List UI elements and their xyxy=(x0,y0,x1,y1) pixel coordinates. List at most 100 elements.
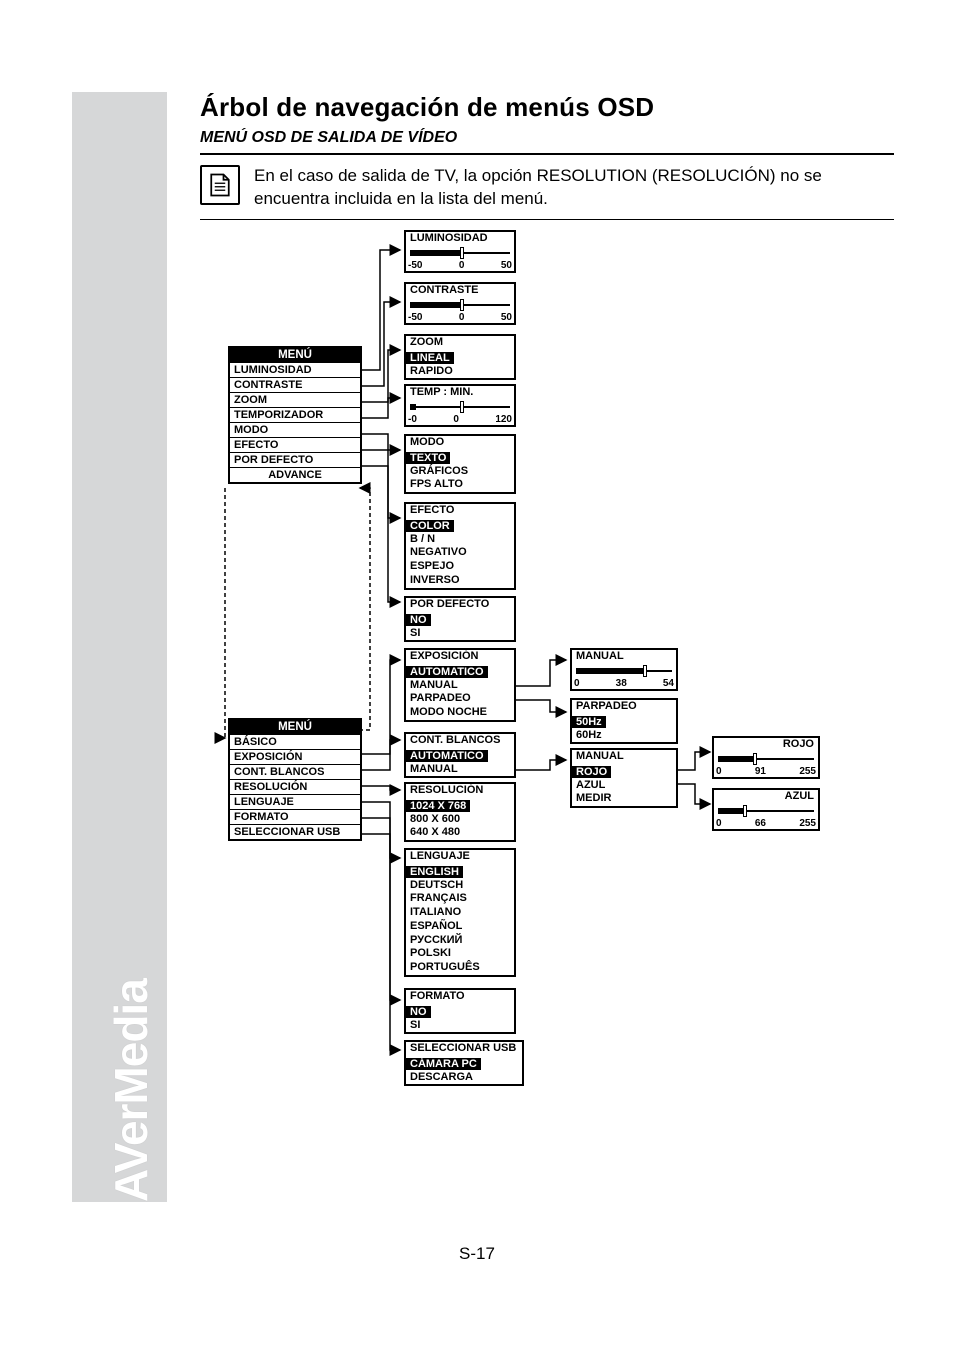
panel-azul: AZUL 066255 xyxy=(712,788,820,831)
menu-item: EXPOSICIÓN xyxy=(230,749,360,764)
option-selected: NO xyxy=(406,1006,431,1018)
panel-formato: FORMATO NO SI xyxy=(404,988,516,1035)
option: ESPAÑOL xyxy=(406,920,514,934)
option: PORTUGUÊS xyxy=(406,961,514,975)
option: NEGATIVO xyxy=(406,546,514,560)
panel-efecto: EFECTO COLOR B / N NEGATIVO ESPEJO INVER… xyxy=(404,502,516,590)
panel-defecto: POR DEFECTO NO SI xyxy=(404,596,516,643)
page-title: Árbol de navegación de menús OSD xyxy=(200,92,894,123)
menu-advance: MENÚ BÁSICO EXPOSICIÓN CONT. BLANCOS RES… xyxy=(228,718,362,841)
panel-header: ROJO xyxy=(714,738,818,752)
note-icon xyxy=(200,165,240,205)
menu-item: SELECCIONAR USB xyxy=(230,824,360,839)
tick: 255 xyxy=(799,818,816,829)
tick: 255 xyxy=(799,766,816,777)
option: FPS ALTO xyxy=(406,478,514,492)
tick: 54 xyxy=(663,678,674,689)
panel-exposicion: EXPOSICIÓN AUTOMATICO MANUAL PARPADEO MO… xyxy=(404,648,516,722)
option-selected: ENGLISH xyxy=(406,866,463,878)
panel-contraste: CONTRASTE -50050 xyxy=(404,282,516,325)
option: FRANÇAIS xyxy=(406,892,514,906)
slider xyxy=(718,806,814,818)
panel-header: FORMATO xyxy=(406,990,514,1004)
option-selected: AUTOMATICO xyxy=(406,750,488,762)
panel-header: EFECTO xyxy=(406,504,514,518)
option: 800 X 600 xyxy=(406,813,514,827)
panel-modo: MODO TEXTO GRÁFICOS FPS ALTO xyxy=(404,434,516,494)
menu-item: ZOOM xyxy=(230,392,360,407)
panel-usb: SELECCIONAR USB CÁMARA PC DESCARGA xyxy=(404,1040,524,1087)
tick: 50 xyxy=(501,260,512,271)
option: SI xyxy=(406,1019,514,1033)
tick: 91 xyxy=(755,766,766,777)
option-selected: TEXTO xyxy=(406,452,450,464)
tick: -50 xyxy=(408,312,422,323)
page-subtitle: MENÚ OSD DE SALIDA DE VÍDEO xyxy=(200,129,894,147)
menu-tree-diagram: MENÚ LUMINOSIDAD CONTRASTE ZOOM TEMPORIZ… xyxy=(200,230,900,1130)
panel-lenguaje: LENGUAJE ENGLISH DEUTSCH FRANÇAIS ITALIA… xyxy=(404,848,516,977)
option-selected: 1024 X 768 xyxy=(406,800,470,812)
panel-header: RESOLUCIÓN xyxy=(406,784,514,798)
menu-header: MENÚ xyxy=(230,720,360,734)
option-selected: 50Hz xyxy=(572,716,606,728)
menu-item: FORMATO xyxy=(230,809,360,824)
panel-parpadeo: PARPADEO 50Hz 60Hz xyxy=(570,698,678,745)
panel-expo-manual: MANUAL 0 38 54 xyxy=(570,648,678,691)
tick: 0 xyxy=(574,678,580,689)
tick: 38 xyxy=(616,678,627,689)
panel-header: CONT. BLANCOS xyxy=(406,734,514,748)
option: GRÁFICOS xyxy=(406,465,514,479)
panel-header: PARPADEO xyxy=(572,700,676,714)
panel-temp: TEMP : MIN. -00120 xyxy=(404,384,516,427)
option: ITALIANO xyxy=(406,906,514,920)
panel-resolucion: RESOLUCIÓN 1024 X 768 800 X 600 640 X 48… xyxy=(404,782,516,842)
panel-header: CONTRASTE xyxy=(406,284,514,298)
tick: 0 xyxy=(716,766,722,777)
document-icon xyxy=(206,171,234,199)
option: 640 X 480 xyxy=(406,826,514,840)
menu-item: LUMINOSIDAD xyxy=(230,362,360,377)
page: AVerMedia Árbol de navegación de menús O… xyxy=(0,0,954,1352)
option-selected: AUTOMATICO xyxy=(406,666,488,678)
option: РУССКИЙ xyxy=(406,934,514,948)
panel-header: MANUAL xyxy=(572,650,676,664)
divider xyxy=(200,153,894,155)
slider xyxy=(410,248,510,260)
menu-item: POR DEFECTO xyxy=(230,452,360,467)
option: MANUAL xyxy=(406,763,514,777)
option: RAPIDO xyxy=(406,365,514,379)
menu-item: LENGUAJE xyxy=(230,794,360,809)
tick: -0 xyxy=(408,414,417,425)
page-content: Árbol de navegación de menús OSD MENÚ OS… xyxy=(200,92,894,1130)
tick: 0 xyxy=(453,414,459,425)
tick: -50 xyxy=(408,260,422,271)
option: DESCARGA xyxy=(406,1071,522,1085)
tick: 0 xyxy=(716,818,722,829)
option: MEDIR xyxy=(572,792,676,806)
slider xyxy=(718,754,814,766)
panel-blancos-manual: MANUAL ROJO AZUL MEDIR xyxy=(570,748,678,808)
panel-zoom: ZOOM LINEAL RAPIDO xyxy=(404,334,516,381)
option-selected: CÁMARA PC xyxy=(406,1058,481,1070)
option: MODO NOCHE xyxy=(406,706,514,720)
menu-item: BÁSICO xyxy=(230,734,360,749)
menu-basic: MENÚ LUMINOSIDAD CONTRASTE ZOOM TEMPORIZ… xyxy=(228,346,362,484)
panel-header: TEMP : MIN. xyxy=(406,386,514,400)
option: B / N xyxy=(406,533,514,547)
option-selected: NO xyxy=(406,614,431,626)
option: POLSKI xyxy=(406,947,514,961)
menu-item: CONTRASTE xyxy=(230,377,360,392)
panel-header: AZUL xyxy=(714,790,818,804)
option: 60Hz xyxy=(572,729,676,743)
menu-item-advance: ADVANCE xyxy=(230,467,360,482)
panel-header: MANUAL xyxy=(572,750,676,764)
option-selected: ROJO xyxy=(572,766,611,778)
option: INVERSO xyxy=(406,574,514,588)
menu-item: MODO xyxy=(230,422,360,437)
note-text: En el caso de salida de TV, la opción RE… xyxy=(254,165,894,211)
panel-header: MODO xyxy=(406,436,514,450)
menu-item: EFECTO xyxy=(230,437,360,452)
option-selected: COLOR xyxy=(406,520,454,532)
panel-header: POR DEFECTO xyxy=(406,598,514,612)
menu-header: MENÚ xyxy=(230,348,360,362)
